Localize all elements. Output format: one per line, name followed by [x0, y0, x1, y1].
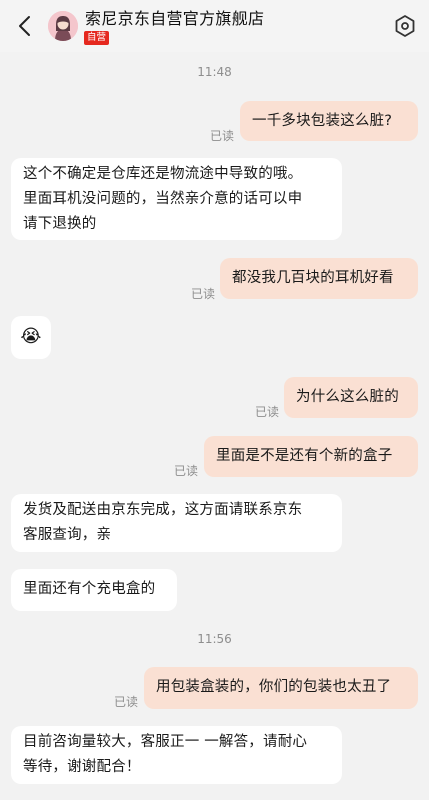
chevron-left-icon — [19, 16, 30, 36]
message-text: 里面是不是还有个新的盒子 — [216, 448, 393, 464]
message-bubble-theirs[interactable]: 😭 — [11, 316, 51, 359]
read-receipt: 已读 — [114, 695, 139, 709]
message-text-line: 目前咨询量较大，客服正一 一解答，请耐心 — [23, 734, 308, 750]
message-bubble-theirs[interactable]: 目前咨询量较大，客服正一 一解答，请耐心 等待，谢谢配合！ — [11, 726, 342, 784]
message-text: 用包装盒装的，你们的包装也太丑了 — [156, 679, 392, 695]
message-bubble-mine[interactable]: 都没我几百块的耳机好看 — [220, 258, 418, 299]
message-bubble-mine[interactable]: 为什么这么脏的 — [284, 377, 418, 418]
message-text-line: 等待，谢谢配合！ — [23, 759, 141, 775]
read-receipt: 已读 — [255, 405, 280, 419]
timestamp: 11:48 — [197, 65, 232, 79]
avatar-illustration — [48, 11, 78, 41]
read-receipt: 已读 — [174, 464, 199, 478]
shop-name[interactable]: 索尼京东自营官方旗舰店 — [85, 5, 264, 29]
settings-hexagon-icon — [395, 15, 415, 37]
message-text-line: 这个不确定是仓库还是物流途中导致的哦。 — [23, 166, 303, 182]
message-bubble-theirs[interactable]: 里面还有个充电盒的 — [11, 569, 177, 611]
chat-header: 索尼京东自营官方旗舰店 自营 — [0, 0, 429, 52]
message-bubble-mine[interactable]: 里面是不是还有个新的盒子 — [204, 436, 418, 477]
message-text: 里面还有个充电盒的 — [23, 581, 156, 597]
self-operated-badge: 自营 — [84, 31, 110, 45]
read-receipt: 已读 — [210, 129, 235, 143]
message-text-line: 里面耳机没问题的，当然亲介意的话可以申 — [23, 191, 303, 207]
message-text: 一千多块包装这么脏? — [252, 113, 393, 129]
message-text-line: 客服查询，亲 — [23, 527, 112, 543]
timestamp: 11:56 — [197, 632, 232, 646]
crying-emoji-icon: 😭 — [20, 326, 42, 347]
message-bubble-mine[interactable]: 用包装盒装的，你们的包装也太丑了 — [144, 667, 418, 709]
read-receipt: 已读 — [191, 287, 216, 301]
message-text: 都没我几百块的耳机好看 — [232, 270, 394, 286]
message-bubble-theirs[interactable]: 发货及配送由京东完成，这方面请联系京东 客服查询，亲 — [11, 494, 342, 552]
message-bubble-theirs[interactable]: 这个不确定是仓库还是物流途中导致的哦。 里面耳机没问题的，当然亲介意的话可以申 … — [11, 158, 342, 240]
shop-avatar[interactable] — [48, 11, 78, 41]
message-bubble-mine[interactable]: 一千多块包装这么脏? — [240, 101, 418, 141]
back-button[interactable] — [12, 12, 38, 40]
message-text-line: 请下退换的 — [23, 216, 97, 232]
message-text-line: 发货及配送由京东完成，这方面请联系京东 — [23, 502, 303, 518]
settings-button[interactable] — [393, 13, 417, 39]
message-text: 为什么这么脏的 — [296, 389, 399, 405]
